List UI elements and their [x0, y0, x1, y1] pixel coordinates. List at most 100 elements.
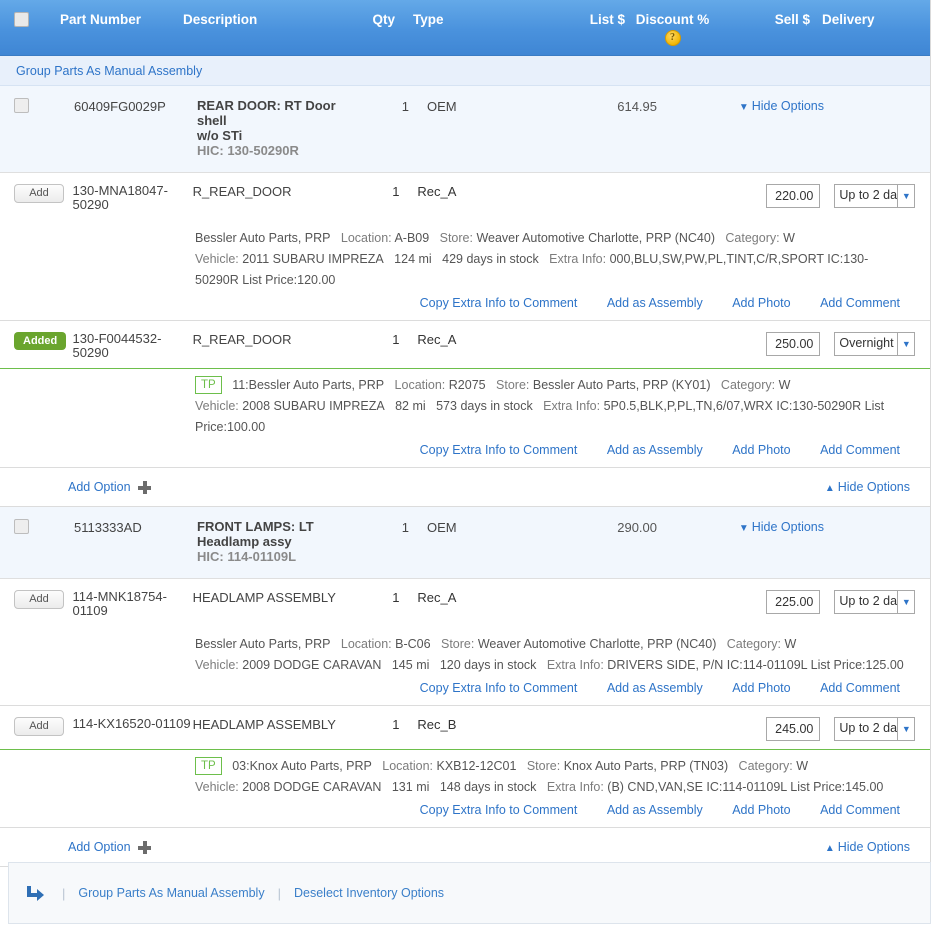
delivery-select[interactable]: Up to 2 days ▼ — [834, 184, 916, 208]
group-hide-options-link[interactable]: ▲ Hide Options — [825, 480, 910, 494]
detail-category-label: Category: — [726, 637, 781, 651]
delivery-select[interactable]: Up to 2 days ▼ — [834, 590, 916, 614]
add-comment-link[interactable]: Add Comment — [820, 681, 900, 695]
oem-description: REAR DOOR: RT Door shell w/o STi HIC: 13… — [197, 98, 367, 158]
plus-icon[interactable] — [137, 480, 151, 494]
option-description: HEADLAMP ASSEMBLY — [192, 717, 336, 732]
detail-store: Weaver Automotive Charlotte, PRP (NC40) — [477, 637, 717, 651]
detail-location: KXB12-12C01 — [436, 759, 517, 773]
header-sell[interactable]: Sell $ — [720, 12, 810, 27]
add-photo-link[interactable]: Add Photo — [732, 443, 790, 457]
sell-price-input[interactable]: 245.00 — [766, 717, 821, 741]
plus-icon[interactable] — [137, 840, 151, 854]
help-icon[interactable]: ? — [664, 30, 681, 46]
delivery-select[interactable]: Up to 2 days ▼ — [834, 717, 916, 741]
oem-hide-options-label: Hide Options — [751, 99, 824, 113]
header-type[interactable]: Type — [395, 12, 490, 27]
detail-vendor: Bessler Auto Parts, PRP — [195, 637, 331, 651]
add-option-bar: Add Option ▲ Hide Options — [0, 827, 930, 867]
detail-store: Weaver Automotive Charlotte, PRP (NC40) — [476, 231, 715, 245]
header-description[interactable]: Description — [183, 12, 353, 27]
oem-select-cell — [0, 98, 74, 116]
add-photo-link[interactable]: Add Photo — [732, 296, 790, 310]
option-action-cell: Add — [0, 717, 73, 736]
copy-extra-info-link[interactable]: Copy Extra Info to Comment — [420, 681, 578, 695]
detail-line-vehicle: Vehicle: 2009 DODGE CARAVAN 145 mi 120 d… — [195, 655, 910, 676]
option-sell-cell: 250.00 — [735, 332, 823, 356]
add-option-link[interactable]: Add Option — [68, 840, 131, 854]
copy-extra-info-link[interactable]: Copy Extra Info to Comment — [420, 803, 578, 817]
footer-group-parts-link[interactable]: Group Parts As Manual Assembly — [78, 886, 264, 900]
sell-price-input[interactable]: 220.00 — [766, 184, 821, 208]
oem-hide-options-link[interactable]: ▼ Hide Options — [739, 520, 824, 534]
detail-actions: Copy Extra Info to Comment Add as Assemb… — [195, 798, 910, 821]
oem-qty: 1 — [401, 99, 409, 114]
option-row: Added 130-F0044532- 50290 R_REAR_DOOR 1 … — [0, 321, 930, 368]
tp-badge-icon: TP — [195, 757, 222, 775]
add-option-cell: Add Option — [68, 840, 151, 854]
copy-extra-info-link[interactable]: Copy Extra Info to Comment — [420, 443, 578, 457]
oem-description-line2: w/o STi — [197, 128, 243, 143]
add-as-assembly-link[interactable]: Add as Assembly — [607, 296, 703, 310]
group-hide-options-link[interactable]: ▲ Hide Options — [825, 840, 910, 854]
sell-price-input[interactable]: 225.00 — [766, 590, 821, 614]
add-option-button[interactable]: Add — [14, 590, 64, 609]
detail-location: R2075 — [448, 378, 486, 392]
chevron-down-icon: ▼ — [897, 591, 914, 613]
delivery-select-value: Up to 2 days — [839, 188, 898, 202]
chevron-down-icon: ▼ — [897, 333, 914, 355]
add-as-assembly-link[interactable]: Add as Assembly — [607, 681, 703, 695]
delivery-select[interactable]: Overnight ▼ — [834, 332, 916, 356]
option-part-number: 114-KX16520-01109 — [73, 717, 193, 731]
header-list[interactable]: List $ — [490, 12, 625, 27]
header-qty[interactable]: Qty — [353, 12, 395, 27]
detail-vehicle: 2008 SUBARU IMPREZA — [242, 399, 385, 413]
option-action-cell: Add — [0, 184, 73, 203]
add-option-link[interactable]: Add Option — [68, 480, 131, 494]
option-qty: 1 — [392, 717, 400, 732]
detail-extra-info-label: Extra Info: — [543, 399, 601, 413]
banner-group-parts-link[interactable]: Group Parts As Manual Assembly — [16, 64, 202, 78]
select-all-checkbox[interactable] — [14, 11, 29, 27]
option-delivery-cell: Up to 2 days ▼ — [822, 590, 930, 614]
add-as-assembly-link[interactable]: Add as Assembly — [607, 803, 703, 817]
add-as-assembly-link[interactable]: Add as Assembly — [607, 443, 703, 457]
detail-days-in-stock: 573 days in stock — [436, 399, 533, 413]
add-comment-link[interactable]: Add Comment — [820, 443, 900, 457]
detail-extra-info-label: Extra Info: — [546, 780, 604, 794]
add-photo-link[interactable]: Add Photo — [732, 803, 790, 817]
oem-hide-options-link[interactable]: ▼ Hide Options — [739, 99, 824, 113]
header-part-number[interactable]: Part Number — [60, 12, 183, 27]
footer-action-bar: | Group Parts As Manual Assembly | Desel… — [8, 862, 931, 924]
detail-category: W — [778, 378, 791, 392]
option-detail-block: TP 11:Bessler Auto Parts, PRP Location: … — [0, 368, 930, 467]
sell-price-input[interactable]: 250.00 — [766, 332, 821, 356]
delivery-select-value: Up to 2 days — [839, 721, 898, 735]
detail-line-vendor: Bessler Auto Parts, PRP Location: A-B09 … — [195, 228, 910, 249]
added-status-badge[interactable]: Added — [14, 332, 67, 350]
detail-category: W — [783, 231, 795, 245]
copy-extra-info-link[interactable]: Copy Extra Info to Comment — [420, 296, 578, 310]
oem-description-line2: Headlamp assy — [197, 534, 292, 549]
detail-store: Knox Auto Parts, PRP (TN03) — [563, 759, 729, 773]
group-hide-options-label: Hide Options — [837, 480, 910, 494]
detail-vehicle: 2009 DODGE CARAVAN — [242, 658, 382, 672]
add-option-button[interactable]: Add — [14, 717, 64, 736]
oem-row-checkbox[interactable] — [14, 519, 29, 534]
oem-hide-options-label: Hide Options — [751, 520, 824, 534]
detail-mileage: 82 mi — [395, 399, 426, 413]
header-discount[interactable]: Discount % — [636, 12, 710, 27]
option-detail-block: Bessler Auto Parts, PRP Location: B-C06 … — [0, 626, 930, 705]
add-comment-link[interactable]: Add Comment — [820, 803, 900, 817]
detail-category-label: Category: — [738, 759, 793, 773]
add-comment-link[interactable]: Add Comment — [820, 296, 900, 310]
detail-store-label: Store: — [439, 231, 473, 245]
detail-store: Bessler Auto Parts, PRP (KY01) — [532, 378, 711, 392]
add-photo-link[interactable]: Add Photo — [732, 681, 790, 695]
detail-store-label: Store: — [526, 759, 561, 773]
footer-deselect-inventory-link[interactable]: Deselect Inventory Options — [294, 886, 444, 900]
header-delivery[interactable]: Delivery — [810, 12, 920, 27]
oem-row-checkbox[interactable] — [14, 98, 29, 113]
parts-grid: Part Number Description Qty Type List $ … — [0, 0, 931, 867]
add-option-button[interactable]: Add — [14, 184, 64, 203]
